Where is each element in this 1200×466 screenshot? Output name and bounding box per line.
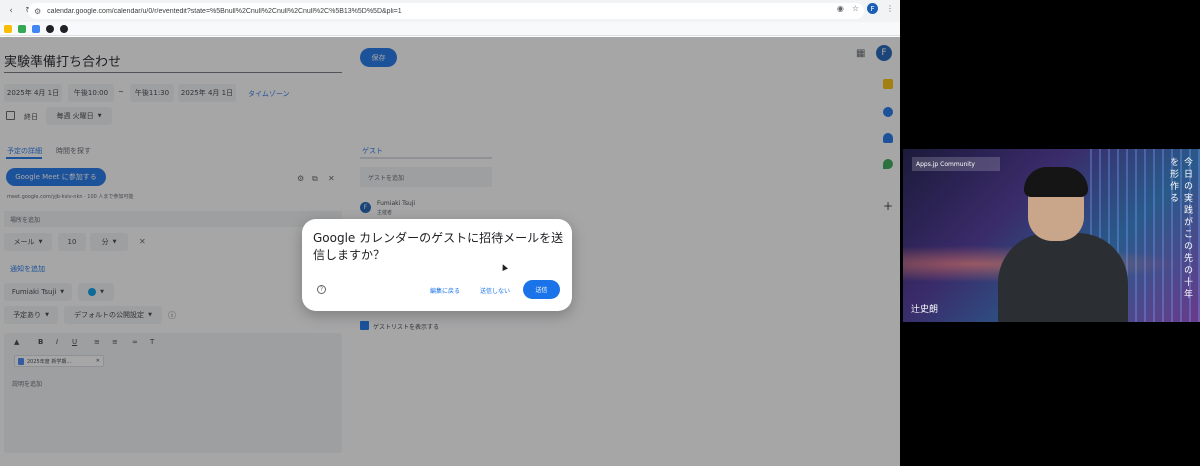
dialog-title: Google カレンダーのゲストに招待メールを送信しますか？: [313, 231, 564, 262]
bookmark-icon[interactable]: [4, 24, 12, 33]
speaker-figure: [998, 167, 1128, 322]
vertical-slogan: 今日の実践がこの先の十年を形作る: [1168, 157, 1192, 301]
bookmarks-bar: [0, 22, 900, 36]
mouse-cursor-icon: [500, 263, 508, 271]
menu-icon[interactable]: ⋮: [886, 4, 894, 13]
back-icon[interactable]: ‹: [4, 4, 18, 18]
browser-window: ‹ ↻ ⚙ calendar.google.com/calendar/u/0/r…: [0, 0, 900, 466]
send-invite-dialog: Google カレンダーのゲストに招待メールを送信しますか？ ? 編集に戻る 送…: [302, 219, 572, 311]
webcam-feed: Apps.jp Community 今日の実践がこの先の十年を形作る 辻史朗: [903, 149, 1200, 322]
site-info-icon[interactable]: ⚙: [34, 7, 41, 16]
speaker-hair: [1024, 167, 1088, 197]
back-to-edit-button[interactable]: 編集に戻る: [430, 286, 460, 295]
help-icon[interactable]: ?: [317, 285, 326, 294]
url-text: calendar.google.com/calendar/u/0/r/event…: [47, 7, 402, 15]
gemini-icon[interactable]: [32, 24, 40, 33]
circle-bookmark-icon-2[interactable]: [60, 24, 68, 33]
community-label: Apps.jp Community: [912, 157, 1000, 171]
url-field[interactable]: ⚙ calendar.google.com/calendar/u/0/r/eve…: [28, 3, 864, 19]
dont-send-button[interactable]: 送信しない: [480, 286, 510, 295]
star-icon[interactable]: ☆: [852, 4, 859, 13]
address-bar-row: ‹ ↻ ⚙ calendar.google.com/calendar/u/0/r…: [0, 0, 900, 22]
browser-actions: ◉ ☆ F ⋮: [837, 3, 894, 14]
profile-avatar[interactable]: F: [867, 3, 878, 14]
eye-icon[interactable]: ◉: [837, 4, 844, 13]
speaker-body: [998, 233, 1128, 322]
speaker-name: 辻史朗: [911, 305, 939, 315]
send-button[interactable]: 送信: [523, 280, 560, 299]
circle-bookmark-icon[interactable]: [46, 24, 54, 33]
drive-icon[interactable]: [18, 24, 26, 33]
